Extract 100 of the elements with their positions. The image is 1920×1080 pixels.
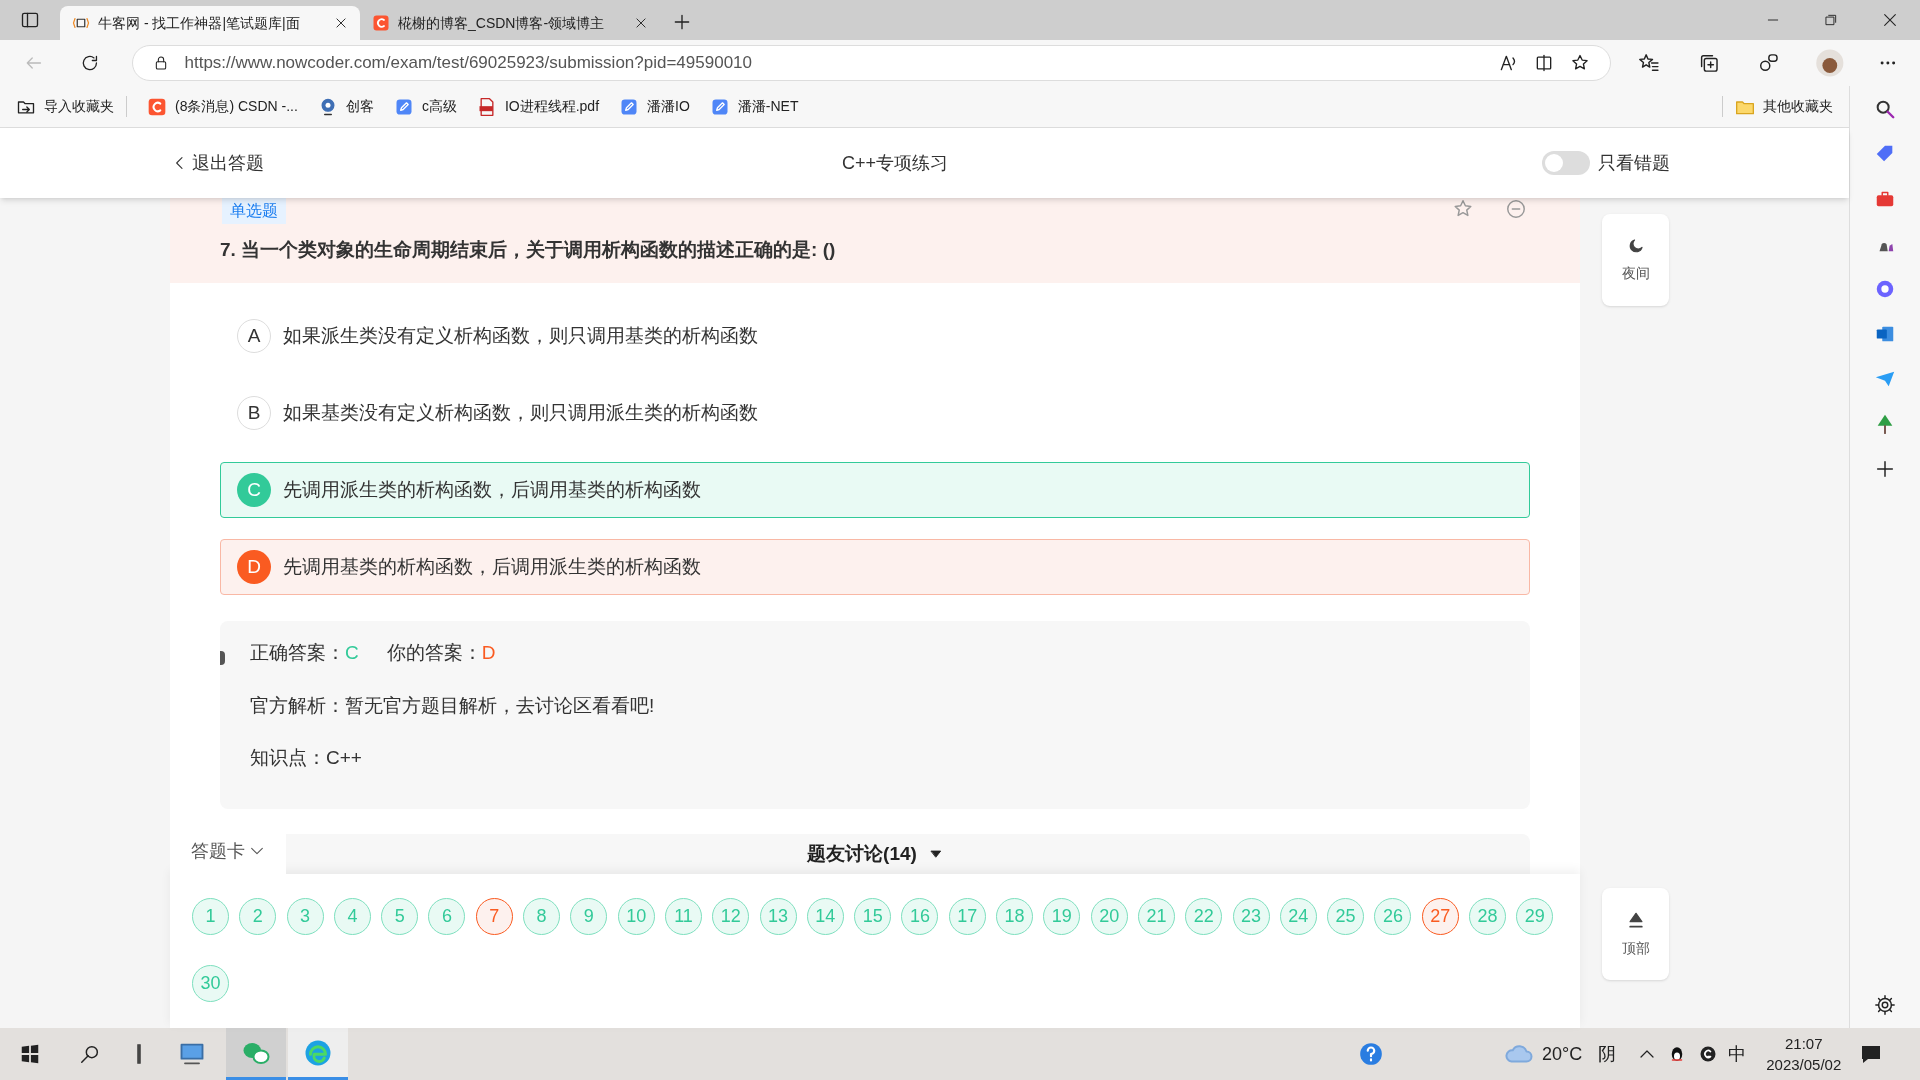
question-number[interactable]: 12: [712, 898, 750, 935]
bookmark[interactable]: IO进程线程.pdf: [476, 96, 600, 117]
question-number[interactable]: 24: [1279, 898, 1317, 935]
question-number[interactable]: 23: [1232, 898, 1270, 935]
answer-label: 你的答案：: [386, 641, 482, 665]
bookmark[interactable]: 潘潘IO: [619, 96, 690, 117]
new-tab-icon[interactable]: [672, 12, 692, 32]
chat-app-button[interactable]: [226, 1028, 286, 1080]
question-number[interactable]: 21: [1137, 898, 1175, 935]
csdn-logo-icon: [372, 14, 390, 32]
back-to-top-button[interactable]: 顶部: [1602, 888, 1669, 980]
question-number[interactable]: 7: [475, 898, 513, 935]
answer-label: 正确答案：: [250, 641, 345, 665]
add-favorite-icon[interactable]: [1570, 53, 1591, 73]
start-icon[interactable]: [19, 1043, 41, 1065]
close-icon[interactable]: [634, 16, 648, 30]
correct-answer: C: [345, 641, 359, 665]
bookmark-label: 导入收藏夹: [44, 97, 114, 116]
question-number[interactable]: 3: [286, 898, 324, 935]
answer-option[interactable]: B 如果基类没有定义析构函数，则只调用派生类的析构函数: [220, 385, 1530, 441]
search-icon[interactable]: [79, 1043, 101, 1065]
bookmark[interactable]: 创客: [317, 96, 374, 117]
option-text: 先调用派生类的析构函数，后调用基类的析构函数: [283, 477, 701, 502]
time-text: 21:07: [1785, 1034, 1823, 1054]
collections-icon[interactable]: [1698, 52, 1720, 74]
question-number[interactable]: 14: [806, 898, 844, 935]
add-icon[interactable]: [1874, 458, 1896, 480]
question-number[interactable]: 2: [239, 898, 277, 935]
settings-icon[interactable]: [1874, 994, 1896, 1016]
question-number[interactable]: 27: [1421, 898, 1459, 935]
close-icon[interactable]: [334, 16, 348, 30]
question-number[interactable]: 8: [523, 898, 561, 935]
question-number[interactable]: 28: [1469, 898, 1506, 935]
browser-app-button[interactable]: [288, 1028, 348, 1080]
bookmark[interactable]: 潘潘-NET: [709, 96, 799, 117]
weather-text: 阴: [1598, 1042, 1617, 1066]
toggle-label: 只看错题: [1598, 151, 1670, 175]
bookmark-label: 创客: [345, 97, 374, 116]
clock[interactable]: 21:07 2023/05/02: [1766, 1033, 1842, 1075]
question-number[interactable]: 18: [996, 898, 1034, 935]
question-number[interactable]: 26: [1374, 898, 1412, 935]
tab-title: 椛榭的博客_CSDN博客-领域博主: [398, 13, 606, 33]
answer-option[interactable]: A 如果派生类没有定义析构函数，则只调用基类的析构函数: [220, 308, 1530, 364]
feedback-icon[interactable]: [1757, 52, 1780, 74]
bookmark-label: 潘潘IO: [647, 97, 690, 116]
close-icon[interactable]: [1882, 12, 1898, 28]
answer-option[interactable]: C 先调用派生类的析构函数，后调用基类的析构函数: [220, 462, 1530, 518]
address-field[interactable]: https://www.nowcoder.com/exam/test/69025923/submission?pid=49590010: [131, 45, 1612, 81]
question-number[interactable]: 16: [901, 898, 939, 935]
option-text: 先调用基类的析构函数，后调用派生类的析构函数: [283, 554, 701, 579]
tab-actions-icon[interactable]: [20, 10, 40, 30]
browser-tab[interactable]: 牛客网 - 找工作神器|笔试题库|面: [60, 6, 360, 40]
tab-title: 牛客网 - 找工作神器|笔试题库|面: [98, 13, 301, 33]
question-type-badge: 单选题: [222, 198, 286, 224]
question-number[interactable]: 5: [381, 898, 419, 935]
answer-option[interactable]: D 先调用基类的析构函数，后调用派生类的析构函数: [220, 539, 1530, 595]
csdn-logo-icon: [147, 96, 167, 117]
office-icon[interactable]: [1874, 278, 1896, 300]
question-number[interactable]: 9: [570, 898, 608, 935]
page-title: C++专项练习: [842, 151, 949, 175]
question-number[interactable]: 1: [192, 898, 229, 935]
option-text: 如果派生类没有定义析构函数，则只调用基类的析构函数: [283, 323, 758, 348]
question-number[interactable]: 25: [1327, 898, 1365, 935]
bookmark-label: IO进程线程.pdf: [504, 97, 600, 116]
input-method-indicator[interactable]: 中: [1728, 1040, 1747, 1068]
night-mode-button[interactable]: 夜间: [1602, 214, 1669, 306]
question-number[interactable]: 6: [428, 898, 466, 935]
profile-avatar-icon[interactable]: [1814, 48, 1845, 78]
bookmark[interactable]: c高级: [393, 96, 457, 117]
discussion-tab[interactable]: 题友讨论(14): [286, 834, 1530, 874]
question-number[interactable]: 19: [1043, 898, 1081, 935]
bookmark-label: 其他收藏夹: [1763, 97, 1833, 116]
favorites-icon[interactable]: [1638, 52, 1661, 74]
question-number[interactable]: 20: [1090, 898, 1128, 935]
question-text: 7. 当一个类对象的生命周期结束后，关于调用析构函数的描述正确的是: (): [220, 238, 836, 262]
bookmark[interactable]: 导入收藏夹: [16, 96, 127, 117]
toggle-switch[interactable]: [1542, 151, 1590, 175]
question-number[interactable]: 30: [192, 965, 229, 1002]
question-number[interactable]: 10: [617, 898, 655, 935]
bookmark-label: (8条消息) CSDN -...: [175, 97, 298, 116]
search-icon[interactable]: [1874, 98, 1896, 120]
question-number[interactable]: 22: [1185, 898, 1223, 935]
bookmark-folder[interactable]: 其他收藏夹: [1722, 96, 1833, 117]
temperature-text: 20°C: [1542, 1042, 1583, 1066]
question-number[interactable]: 11: [664, 898, 702, 935]
url-text: https://www.nowcoder.com/exam/test/69025923/submission?pid=49590010: [184, 52, 753, 75]
question-number[interactable]: 15: [854, 898, 892, 935]
remove-icon[interactable]: [1505, 198, 1527, 220]
help-icon[interactable]: [1358, 1041, 1384, 1067]
exit-link[interactable]: 退出答题: [172, 149, 264, 177]
analysis-text: 官方解析：暂无官方题目解析，去讨论区看看吧!: [250, 693, 656, 718]
question-number[interactable]: 29: [1516, 898, 1554, 935]
option-letter: C: [237, 473, 271, 507]
bookmark[interactable]: (8条消息) CSDN -...: [147, 96, 298, 117]
question-number[interactable]: 13: [759, 898, 797, 935]
question-number[interactable]: 4: [333, 898, 371, 935]
browser-tab[interactable]: 椛榭的博客_CSDN博客-领域博主: [360, 6, 660, 40]
question-number[interactable]: 17: [948, 898, 986, 935]
option-text: 如果基类没有定义析构函数，则只调用派生类的析构函数: [283, 400, 758, 425]
restore-icon[interactable]: [1824, 13, 1838, 27]
